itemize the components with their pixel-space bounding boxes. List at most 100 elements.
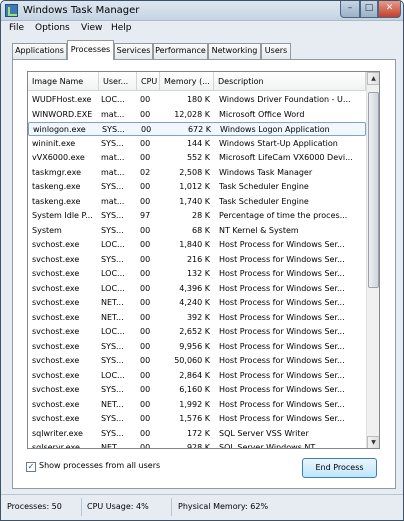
process-name: svchost.exe <box>32 269 80 278</box>
process-user: NET... <box>101 298 124 307</box>
process-row[interactable]: taskeng.exe SYS... 00 1,012 K Task Scheduler… <box>28 180 366 194</box>
column-memory[interactable]: Memory (... <box>160 72 214 91</box>
process-row[interactable]: vVX6000.exe mat... 00 552 K Microsoft LifeCa… <box>28 151 366 165</box>
window-title: Windows Task Manager <box>23 5 140 16</box>
process-description: SQL Server VSS Writer <box>219 428 309 438</box>
vertical-scrollbar[interactable]: ▲ ▼ <box>366 72 379 448</box>
process-row[interactable]: svchost.exe LOC... 00 2,864 K Host Process f… <box>28 369 366 383</box>
process-memory: 392 K <box>186 312 210 322</box>
process-name: WINWORD.EXE <box>32 109 93 119</box>
process-user: mat... <box>101 109 125 119</box>
process-description: Task Scheduler Engine <box>219 196 309 206</box>
process-memory: 28 K <box>192 211 210 220</box>
show-all-processes-label[interactable]: Show processes from all users <box>39 461 160 470</box>
process-cpu: 97 <box>140 211 151 220</box>
process-name: svchost.exe <box>32 370 80 380</box>
maximize-button[interactable]: □ <box>360 1 378 18</box>
process-row[interactable]: taskmgr.exe mat... 02 2,508 K Windows Task M… <box>28 166 366 180</box>
process-row[interactable]: svchost.exe LOC... 00 4,396 K Host Process f… <box>28 282 366 296</box>
menu-file[interactable]: File <box>9 23 24 33</box>
scroll-up-arrow-icon[interactable]: ▲ <box>367 72 379 85</box>
process-user: LOC... <box>101 95 125 104</box>
process-row[interactable]: svchost.exe LOC... 00 2,652 K Host Process f… <box>28 325 366 339</box>
process-user: SYS... <box>101 254 124 264</box>
process-row[interactable]: System Idle P... SYS... 97 28 K Percentage o… <box>28 209 366 223</box>
column-description[interactable]: Description <box>214 72 366 91</box>
process-row[interactable]: WINWORD.EXE mat... 00 12,028 K Microsoft Off… <box>28 108 366 122</box>
menu-help[interactable]: Help <box>111 23 132 33</box>
process-description: Host Process for Windows Ser... <box>219 283 345 293</box>
process-row[interactable]: svchost.exe LOC... 00 1,840 K Host Process f… <box>28 238 366 252</box>
process-row[interactable]: taskeng.exe mat... 00 1,740 K Task Scheduler… <box>28 195 366 209</box>
process-user: SYS... <box>101 341 124 351</box>
process-row[interactable]: System SYS... 00 68 K NT Kernel & System <box>28 224 366 238</box>
process-user: SYS... <box>101 414 124 423</box>
tab-services[interactable]: Services <box>114 43 153 59</box>
column-user[interactable]: User... <box>99 72 137 91</box>
title-bar[interactable]: Windows Task Manager – □ ✕ <box>1 1 403 21</box>
process-description: Host Process for Windows Ser... <box>219 370 345 380</box>
process-row[interactable]: sqlservr.exe NET... 00 928 K SQL Server Wind… <box>28 441 366 448</box>
process-list[interactable]: Image Name User... CPU Memory (... Descr… <box>27 71 380 449</box>
tab-processes[interactable]: Processes <box>67 40 114 60</box>
process-row[interactable]: svchost.exe SYS... 00 9,956 K Host Process f… <box>28 340 366 354</box>
task-manager-icon <box>5 4 18 17</box>
menu-view[interactable]: View <box>81 23 102 33</box>
process-memory: 1,576 K <box>179 414 210 423</box>
process-description: Windows Task Manager <box>219 167 313 177</box>
process-row[interactable]: svchost.exe NET... 00 1,992 K Host Process f… <box>28 398 366 412</box>
process-cpu: 00 <box>140 254 151 264</box>
tab-networking[interactable]: Networking <box>208 43 261 59</box>
process-user: NET... <box>101 399 124 409</box>
process-name: WUDFHost.exe <box>32 95 92 104</box>
process-description: Host Process for Windows Ser... <box>219 269 345 278</box>
process-user: SYS... <box>101 182 124 191</box>
process-user: SYS... <box>102 125 125 134</box>
tab-users[interactable]: Users <box>261 43 291 59</box>
process-row[interactable]: svchost.exe SYS... 00 216 K Host Process for… <box>28 253 366 267</box>
process-row[interactable]: WUDFHost.exe LOC... 00 180 K Windows Driver … <box>28 93 366 107</box>
process-row[interactable]: sqlwriter.exe SYS... 00 172 K SQL Server VSS… <box>28 427 366 441</box>
process-row[interactable]: svchost.exe LOC... 00 132 K Host Process for… <box>28 267 366 281</box>
process-description: Microsoft Office Word <box>219 109 305 119</box>
process-row[interactable]: wininit.exe SYS... 00 144 K Windows Start-Up… <box>28 137 366 151</box>
show-all-processes-checkbox[interactable]: ✓ <box>26 462 36 472</box>
process-description: Windows Driver Foundation - U... <box>219 95 351 104</box>
process-name: svchost.exe <box>32 283 80 293</box>
process-cpu: 00 <box>140 153 151 162</box>
scroll-down-arrow-icon[interactable]: ▼ <box>367 436 379 448</box>
process-row[interactable]: svchost.exe NET... 00 4,240 K Host Process f… <box>28 296 366 310</box>
end-process-button[interactable]: End Process <box>302 458 377 478</box>
tab-performance[interactable]: Performance <box>153 43 208 59</box>
status-process-count: Processes: 50 <box>7 502 62 511</box>
process-cpu: 00 <box>140 399 151 409</box>
process-description: Host Process for Windows Ser... <box>219 240 345 249</box>
process-memory: 4,396 K <box>179 283 210 293</box>
process-row[interactable]: svchost.exe SYS... 00 6,160 K Host Process f… <box>28 383 366 397</box>
process-memory: 1,012 K <box>179 182 210 191</box>
column-cpu[interactable]: CPU <box>137 72 160 91</box>
menu-options[interactable]: Options <box>35 23 70 33</box>
process-name: taskeng.exe <box>32 196 81 206</box>
status-cpu-usage: CPU Usage: 4% <box>87 502 149 511</box>
process-cpu: 00 <box>140 298 151 307</box>
process-row[interactable]: svchost.exe NET... 00 392 K Host Process for… <box>28 311 366 325</box>
task-manager-window: Windows Task Manager – □ ✕ File Options … <box>0 0 404 521</box>
process-description: Host Process for Windows Ser... <box>219 298 345 307</box>
processes-panel: Image Name User... CPU Memory (... Descr… <box>12 59 396 489</box>
minimize-button[interactable]: – <box>340 1 360 18</box>
process-name: vVX6000.exe <box>32 153 85 162</box>
process-row[interactable]: svchost.exe SYS... 00 50,060 K Host Process … <box>28 354 366 368</box>
scrollbar-thumb[interactable] <box>368 92 379 288</box>
process-row[interactable]: winlogon.exe SYS... 00 672 K Windows Logon A… <box>28 122 366 136</box>
close-button[interactable]: ✕ <box>378 1 401 18</box>
process-memory: 132 K <box>186 269 210 278</box>
process-user: SYS... <box>101 138 124 148</box>
process-row[interactable]: svchost.exe SYS... 00 1,576 K Host Process f… <box>28 412 366 426</box>
process-user: SYS... <box>101 211 124 220</box>
process-name: svchost.exe <box>32 356 80 365</box>
process-memory: 1,840 K <box>179 240 210 249</box>
tab-applications[interactable]: Applications <box>12 43 67 59</box>
column-image-name[interactable]: Image Name <box>28 72 99 91</box>
process-description: Host Process for Windows Ser... <box>219 385 345 394</box>
